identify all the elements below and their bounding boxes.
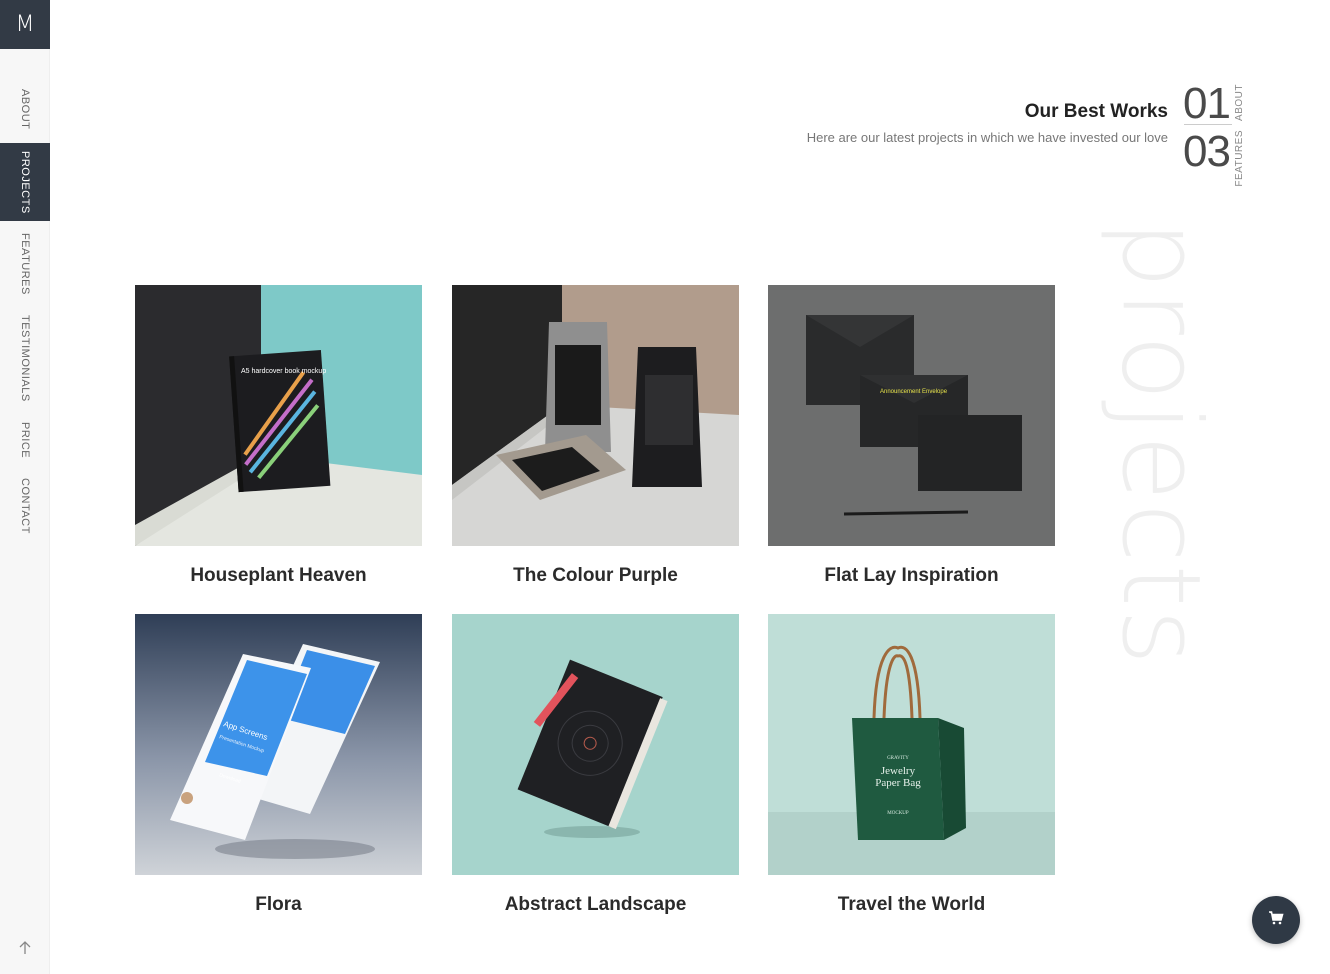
sidebar-nav: M About Projects Features Testimonials P…: [0, 0, 50, 974]
book-cover-text: A5 hardcover book mockup: [241, 368, 326, 375]
section-subtitle: Here are our latest projects in which we…: [806, 130, 1168, 145]
project-thumbnail[interactable]: App Screens Presentation Mockup Download: [135, 614, 422, 875]
nav-item-contact[interactable]: Contact: [0, 474, 50, 538]
project-thumbnail[interactable]: GRAVITY Jewelry Paper Bag MOCKUP: [768, 614, 1055, 875]
arrow-up-icon[interactable]: [15, 938, 35, 958]
nav-item-label: Price: [19, 421, 31, 459]
logo[interactable]: M: [0, 0, 50, 49]
nav-item-projects[interactable]: Projects: [0, 143, 50, 221]
cart-icon: [1268, 910, 1284, 931]
nav-item-price[interactable]: Price: [0, 418, 50, 462]
bag-brand: GRAVITY: [887, 756, 909, 761]
bag-line-1: Jewelry: [881, 765, 916, 777]
nav-item-label: About: [19, 88, 31, 130]
bag-footer: MOCKUP: [887, 811, 909, 816]
nav-item-label: Projects: [19, 150, 31, 214]
nav-item-features[interactable]: Features: [0, 228, 50, 300]
nav-item-about[interactable]: About: [0, 78, 50, 140]
envelope-text: Announcement Envelope: [880, 389, 948, 395]
project-card[interactable]: Announcement Envelope Flat Lay Inspirati…: [768, 285, 1055, 587]
counter-divider: [1184, 124, 1232, 125]
project-thumbnail[interactable]: Announcement Envelope: [768, 285, 1055, 546]
nav-item-label: Contact: [19, 478, 31, 534]
project-thumbnail[interactable]: [452, 614, 739, 875]
prev-section-label[interactable]: About: [1234, 84, 1245, 121]
prev-section-number[interactable]: 01: [1183, 82, 1231, 126]
project-title[interactable]: Abstract Landscape: [452, 894, 739, 916]
section-title: Our Best Works: [1024, 101, 1168, 122]
nav-item-label: Testimonials: [19, 314, 31, 402]
project-title[interactable]: Travel the World: [768, 894, 1055, 916]
nav-item-testimonials[interactable]: Testimonials: [0, 312, 50, 404]
project-card[interactable]: The Colour Purple: [452, 285, 739, 587]
project-title[interactable]: Houseplant Heaven: [135, 565, 422, 587]
project-card[interactable]: GRAVITY Jewelry Paper Bag MOCKUP Travel …: [768, 614, 1055, 916]
next-section-number[interactable]: 03: [1183, 130, 1231, 174]
project-title[interactable]: The Colour Purple: [452, 565, 739, 587]
project-card[interactable]: Abstract Landscape: [452, 614, 739, 916]
bag-line-2: Paper Bag: [875, 777, 921, 789]
nav-item-label: Features: [19, 233, 31, 295]
project-thumbnail[interactable]: [452, 285, 739, 546]
background-section-word: projects: [1098, 220, 1223, 668]
project-card[interactable]: A5 hardcover book mockup Houseplant Heav…: [135, 285, 422, 587]
project-title[interactable]: Flora: [135, 894, 422, 916]
next-section-label[interactable]: Features: [1234, 130, 1245, 187]
cart-button[interactable]: [1252, 896, 1300, 944]
project-card[interactable]: App Screens Presentation Mockup Download…: [135, 614, 422, 916]
project-thumbnail[interactable]: A5 hardcover book mockup: [135, 285, 422, 546]
project-title[interactable]: Flat Lay Inspiration: [768, 565, 1055, 587]
